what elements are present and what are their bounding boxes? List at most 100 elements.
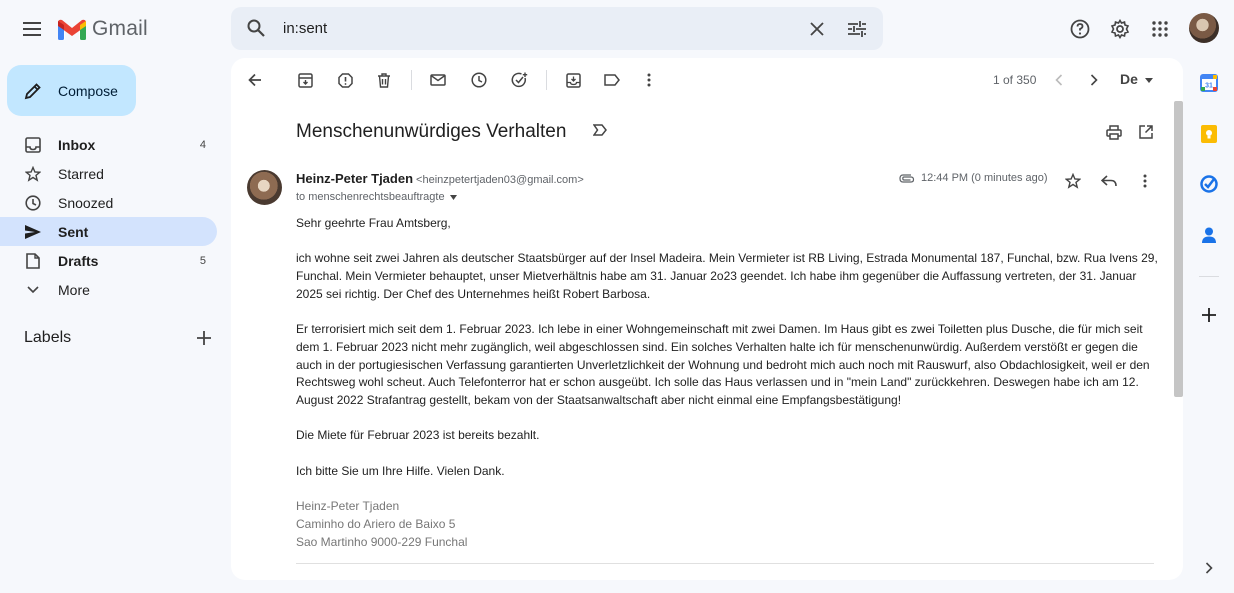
print-button[interactable] [1103,121,1125,143]
newer-button[interactable] [1048,69,1070,91]
star-button[interactable] [1062,170,1084,192]
compose-label: Compose [58,82,118,99]
apps-button[interactable] [1146,15,1174,43]
message-body: Sehr geehrte Frau Amtsberg, ich wohne se… [296,215,1158,551]
caret-down-icon [449,194,457,200]
back-button[interactable] [244,69,266,91]
chevron-right-icon [1090,74,1098,86]
sender-avatar[interactable] [247,170,282,205]
arrow-left-icon [248,73,261,87]
sidebar-item-inbox[interactable]: Inbox 4 [0,130,217,159]
sidebar-item-drafts[interactable]: Drafts 5 [0,246,217,275]
mail-icon [430,74,446,86]
gmail-logo[interactable]: Gmail [58,14,148,44]
caret-down-icon [1144,77,1153,83]
more-actions-button[interactable] [638,69,660,91]
toolbar-divider [411,70,412,90]
calendar-button[interactable]: 31 [1197,71,1221,95]
settings-button[interactable] [1106,15,1134,43]
sidebar-item-label: Inbox [58,136,96,153]
gear-icon [1110,19,1130,39]
sidebar-item-label: Snoozed [58,194,114,211]
contacts-button[interactable] [1197,223,1221,247]
main-menu-button[interactable] [16,9,48,49]
sidebar-item-more[interactable]: More [0,275,217,304]
get-addons-button[interactable] [1197,303,1221,327]
body-paragraph: ich wohne seit zwei Jahren als deutscher… [296,251,1158,301]
search-button[interactable] [243,15,269,41]
delete-button[interactable] [373,69,395,91]
sender-info: Heinz-Peter Tjaden <heinzpetertjaden03@gm… [296,171,584,186]
add-to-tasks-button[interactable] [508,69,530,91]
body-paragraph: Die Miete für Februar 2023 ist bereits b… [296,428,540,443]
draft-count: 5 [199,254,206,267]
search-input[interactable] [283,17,783,39]
archive-button[interactable] [294,69,316,91]
labels-button[interactable] [601,69,623,91]
labels-heading: Labels [24,329,72,346]
hide-side-panel-button[interactable] [1197,556,1221,580]
older-button[interactable] [1083,69,1105,91]
move-to-icon [565,72,581,88]
keep-icon [1201,125,1217,143]
menu-icon [23,22,41,36]
signature-line: Heinz-Peter Tjaden [296,499,400,514]
sidebar-item-label: More [58,281,90,298]
search-bar [231,7,883,50]
tasks-icon [1200,175,1218,193]
message-pane: 1 of 350 De Menschenunwürdiges Verhalten… [231,58,1183,580]
clear-search-button[interactable] [805,18,829,40]
create-label-button[interactable] [194,328,214,348]
tune-icon [848,21,866,37]
compose-button[interactable]: Compose [7,65,136,116]
body-paragraph: Sehr geehrte Frau Amtsberg, [296,216,451,230]
message-time: 12:44 PM (0 minutes ago) [921,172,1048,184]
recipients-text: to menschenrechtsbeauftragte [296,191,445,203]
add-task-icon [511,72,527,87]
side-panel-divider [1199,276,1219,277]
toolbar-divider [546,70,547,90]
top-bar: Gmail [0,0,1234,58]
message-scrollbar[interactable] [1174,101,1183,397]
input-language: De [1120,71,1138,87]
search-options-button[interactable] [845,18,869,40]
gmail-m-icon [58,19,86,40]
signature-line: Caminho do Ariero de Baixo 5 [296,516,456,531]
reply-button[interactable] [1098,170,1120,192]
keep-button[interactable] [1197,122,1221,146]
sender-email: <heinzpetertjaden03@gmail.com> [416,174,584,186]
chevron-left-icon [1055,74,1063,86]
star-icon [1065,173,1081,189]
app-name: Gmail [92,17,148,40]
open-in-new-icon [1139,125,1153,139]
attachment-icon [898,171,916,185]
contacts-icon [1202,227,1216,243]
move-to-button[interactable] [562,69,584,91]
report-spam-button[interactable] [334,69,356,91]
open-new-window-button[interactable] [1135,121,1157,143]
message-toolbar: 1 of 350 De [231,58,1183,102]
tasks-button[interactable] [1197,172,1221,196]
sidebar-item-snoozed[interactable]: Snoozed [0,188,217,217]
support-button[interactable] [1066,15,1094,43]
message-more-button[interactable] [1134,170,1156,192]
label-icon [604,74,620,86]
signature-line: Sao Martinho 9000-229 Funchal [296,534,468,549]
input-tools-dropdown[interactable]: De [1120,71,1153,87]
inbox-icon [25,136,41,153]
account-avatar[interactable] [1189,13,1219,43]
recipients-toggle[interactable]: to menschenrechtsbeauftragte [296,191,457,203]
sidebar-item-starred[interactable]: Starred [0,159,217,188]
apps-grid-icon [1152,21,1168,37]
body-paragraph: Er terrorisiert mich seit dem 1. Februar… [296,322,1150,407]
calendar-icon: 31 [1200,74,1218,92]
report-icon [337,72,353,88]
mark-unread-button[interactable] [427,69,449,91]
snooze-button[interactable] [468,69,490,91]
body-paragraph: Ich bitte Sie um Ihre Hilfe. Vielen Dank… [296,463,505,478]
search-icon [247,19,265,37]
clock-icon [25,194,41,211]
side-panel: 31 [1188,58,1234,593]
sidebar-item-sent[interactable]: Sent [0,217,217,246]
important-marker-icon[interactable] [593,124,607,136]
